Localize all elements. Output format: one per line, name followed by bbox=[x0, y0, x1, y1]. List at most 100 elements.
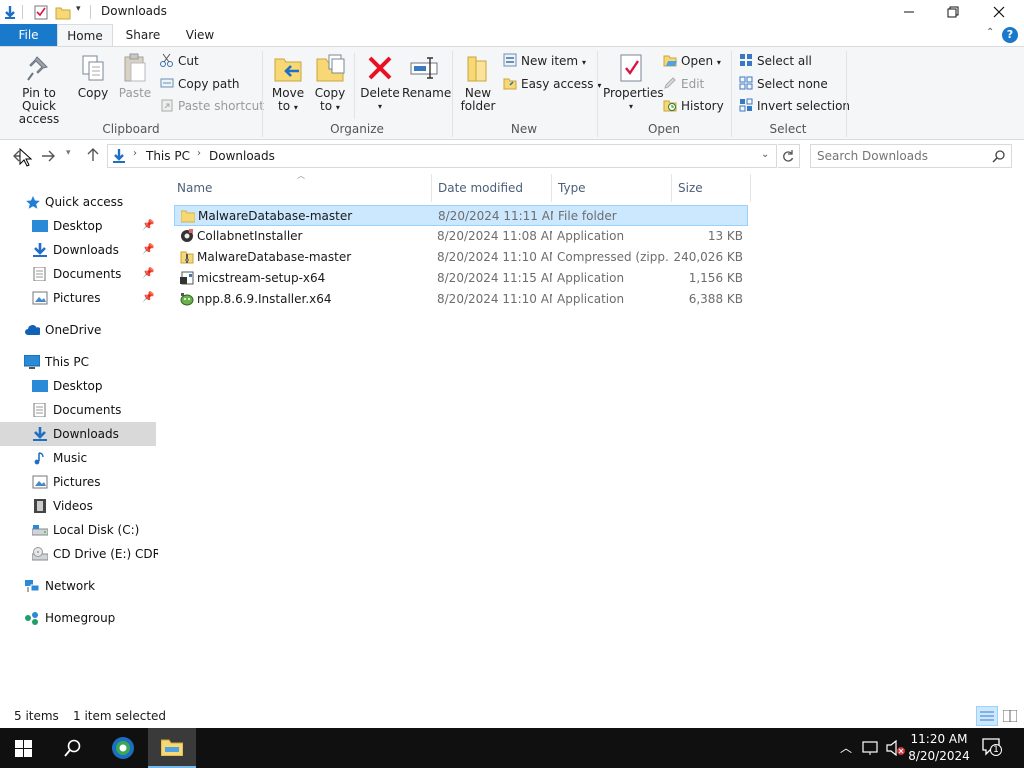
paste-shortcut-button[interactable]: Paste shortcut bbox=[160, 96, 264, 116]
nav-pc-documents[interactable]: Documents bbox=[0, 398, 156, 422]
copy-to-button[interactable]: Copy to ▾ bbox=[312, 51, 348, 114]
open-button[interactable]: Open ▾ bbox=[663, 51, 721, 71]
file-row[interactable]: npp.8.6.9.Installer.x64 8/20/2024 11:10 … bbox=[174, 289, 748, 310]
file-explorer-taskbar-button[interactable] bbox=[148, 728, 196, 768]
file-row[interactable]: MalwareDatabase-master 8/20/2024 11:11 A… bbox=[174, 205, 748, 226]
large-icons-view-button[interactable] bbox=[1000, 706, 1020, 726]
copy-button[interactable]: Copy bbox=[76, 51, 110, 100]
new-item-button[interactable]: New item ▾ bbox=[503, 51, 586, 71]
column-divider[interactable] bbox=[431, 174, 432, 202]
details-view-button[interactable] bbox=[976, 706, 998, 726]
column-header-name[interactable]: Name bbox=[177, 174, 427, 202]
invert-selection-button[interactable]: Invert selection bbox=[739, 96, 850, 116]
customize-qat-icon[interactable]: ▾ bbox=[76, 4, 81, 14]
nav-pc-videos[interactable]: Videos bbox=[0, 494, 156, 518]
network-status-icon[interactable] bbox=[862, 740, 880, 756]
help-button[interactable]: ? bbox=[1002, 27, 1018, 43]
tab-home[interactable]: Home bbox=[57, 24, 113, 47]
action-center-button[interactable]: 1 bbox=[982, 738, 1002, 756]
search-input[interactable] bbox=[817, 148, 987, 164]
file-date: 8/20/2024 11:11 AM bbox=[438, 209, 553, 223]
browser-taskbar-icon[interactable] bbox=[111, 736, 135, 760]
minimize-button[interactable] bbox=[886, 0, 932, 24]
new-folder-quick-icon[interactable] bbox=[55, 4, 71, 20]
show-hidden-icons-chevron-icon[interactable]: ︿ bbox=[840, 739, 852, 756]
refresh-button[interactable] bbox=[778, 144, 800, 168]
nav-quick-access[interactable]: Quick access bbox=[20, 190, 158, 214]
nav-cd-drive[interactable]: CD Drive (E:) CDROI bbox=[0, 542, 158, 566]
column-divider[interactable] bbox=[671, 174, 672, 202]
search-taskbar-icon[interactable] bbox=[64, 739, 82, 757]
minimize-ribbon-chevron-icon[interactable]: ⌃ bbox=[986, 27, 994, 38]
nav-pc-downloads[interactable]: Downloads bbox=[0, 422, 156, 446]
select-none-button[interactable]: Select none bbox=[739, 74, 828, 94]
nav-quick-pictures[interactable]: Pictures 📌 bbox=[0, 286, 156, 310]
folder-icon bbox=[181, 210, 195, 223]
breadcrumb-downloads[interactable]: Downloads bbox=[209, 149, 275, 163]
nav-pc-pictures[interactable]: Pictures bbox=[0, 470, 156, 494]
nav-onedrive[interactable]: OneDrive bbox=[0, 318, 156, 342]
nav-this-pc[interactable]: This PC bbox=[0, 350, 156, 374]
copy-path-icon bbox=[160, 78, 174, 88]
file-row[interactable]: MalwareDatabase-master 8/20/2024 11:10 A… bbox=[174, 247, 748, 268]
paste-button[interactable]: Paste bbox=[116, 51, 154, 100]
rename-button[interactable]: Rename bbox=[402, 51, 451, 100]
column-header-size[interactable]: Size bbox=[678, 174, 748, 202]
search-box[interactable] bbox=[810, 144, 1012, 168]
nav-local-disk[interactable]: Local Disk (C:) bbox=[0, 518, 156, 542]
windows-start-icon[interactable] bbox=[15, 740, 32, 757]
delete-button[interactable]: Delete ▾ bbox=[360, 51, 400, 113]
nav-quick-desktop[interactable]: Desktop 📌 bbox=[0, 214, 156, 238]
nav-homegroup[interactable]: Homegroup bbox=[0, 606, 156, 630]
close-button[interactable] bbox=[976, 0, 1022, 24]
column-header-date[interactable]: Date modified bbox=[438, 174, 548, 202]
easy-access-button[interactable]: Easy access ▾ bbox=[503, 74, 601, 94]
properties-quick-icon[interactable] bbox=[33, 4, 49, 20]
address-history-chevron-icon[interactable]: ⌄ bbox=[761, 149, 769, 160]
restore-button[interactable] bbox=[930, 0, 976, 24]
column-divider[interactable] bbox=[551, 174, 552, 202]
volume-muted-icon[interactable] bbox=[886, 740, 906, 756]
move-to-button[interactable]: Move to ▾ bbox=[270, 51, 306, 114]
nav-label: Pictures bbox=[53, 291, 101, 305]
history-button[interactable]: History bbox=[663, 96, 724, 116]
nav-quick-documents[interactable]: Documents 📌 bbox=[0, 262, 156, 286]
properties-dropdown-icon[interactable]: ▾ bbox=[603, 100, 659, 113]
move-to-icon bbox=[274, 58, 302, 82]
status-bar: 5 items 1 item selected bbox=[0, 704, 1024, 728]
clock-time[interactable]: 11:20 AM bbox=[906, 732, 972, 746]
column-divider[interactable] bbox=[750, 174, 751, 202]
column-header-type[interactable]: Type bbox=[558, 174, 668, 202]
address-bar[interactable]: › This PC › Downloads ⌄ bbox=[107, 144, 777, 168]
edit-button[interactable]: Edit bbox=[663, 74, 704, 94]
tab-file[interactable]: File bbox=[0, 24, 57, 46]
breadcrumb-separator-icon[interactable]: › bbox=[133, 148, 137, 159]
search-icon[interactable] bbox=[992, 150, 1005, 163]
recent-locations-chevron-icon[interactable]: ▾ bbox=[66, 148, 71, 158]
forward-arrow-icon[interactable] bbox=[40, 148, 56, 164]
new-folder-button[interactable]: New folder bbox=[458, 51, 498, 113]
quick-access-down-arrow-icon[interactable] bbox=[2, 4, 18, 20]
pin-to-quick-access-button[interactable]: Pin to Quick access bbox=[4, 51, 74, 126]
delete-dropdown-icon[interactable]: ▾ bbox=[360, 100, 400, 113]
nav-quick-downloads[interactable]: Downloads 📌 bbox=[0, 238, 156, 262]
nav-network[interactable]: Network bbox=[0, 574, 156, 598]
tab-view[interactable]: View bbox=[176, 24, 224, 46]
properties-button[interactable]: Properties ▾ bbox=[603, 51, 664, 113]
nav-pc-desktop[interactable]: Desktop bbox=[0, 374, 156, 398]
file-row[interactable]: CollabnetInstaller 8/20/2024 11:08 AM Ap… bbox=[174, 226, 748, 247]
breadcrumb-this-pc[interactable]: This PC bbox=[146, 149, 190, 163]
minimize-icon bbox=[904, 11, 914, 13]
cut-button[interactable]: Cut bbox=[160, 51, 199, 71]
copy-path-button[interactable]: Copy path bbox=[160, 74, 240, 94]
delete-x-icon bbox=[368, 56, 392, 80]
tab-share[interactable]: Share bbox=[118, 24, 168, 46]
nav-pc-music[interactable]: Music bbox=[0, 446, 156, 470]
network-icon bbox=[25, 580, 40, 592]
up-arrow-icon[interactable] bbox=[85, 147, 101, 163]
select-all-button[interactable]: Select all bbox=[739, 51, 812, 71]
breadcrumb-separator-icon[interactable]: › bbox=[197, 148, 201, 159]
pictures-icon bbox=[32, 291, 48, 305]
file-row[interactable]: micstream-setup-x64 8/20/2024 11:15 AM A… bbox=[174, 268, 748, 289]
clock-date[interactable]: 8/20/2024 bbox=[906, 749, 972, 763]
